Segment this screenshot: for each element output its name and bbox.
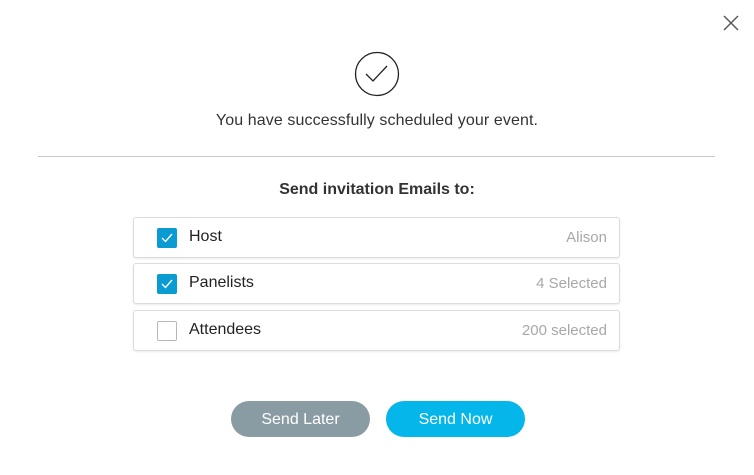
recipient-row-host[interactable]: Host Alison <box>133 217 620 258</box>
section-heading: Send invitation Emails to: <box>279 181 475 198</box>
schedule-success-dialog: You have successfully scheduled your eve… <box>0 0 754 475</box>
attendees-label: Attendees <box>189 321 262 338</box>
panelists-value: 4 Selected <box>536 275 607 292</box>
attendees-checkbox[interactable] <box>157 321 177 341</box>
host-label: Host <box>189 228 222 245</box>
send-now-button[interactable]: Send Now <box>386 401 525 437</box>
success-message: You have successfully scheduled your eve… <box>215 112 539 129</box>
checkmark-icon <box>161 233 173 243</box>
close-icon[interactable] <box>721 13 741 33</box>
panelists-label: Panelists <box>189 274 254 291</box>
panelists-checkbox[interactable] <box>157 274 177 294</box>
host-value: Alison <box>566 229 607 246</box>
recipient-row-attendees[interactable]: Attendees 200 selected <box>133 310 620 351</box>
checkmark-circle-icon <box>354 51 400 97</box>
host-checkbox[interactable] <box>157 228 177 248</box>
divider <box>38 156 715 157</box>
recipient-row-panelists[interactable]: Panelists 4 Selected <box>133 263 620 304</box>
attendees-value: 200 selected <box>521 322 607 339</box>
send-later-button[interactable]: Send Later <box>231 401 370 437</box>
checkmark-icon <box>161 279 173 289</box>
